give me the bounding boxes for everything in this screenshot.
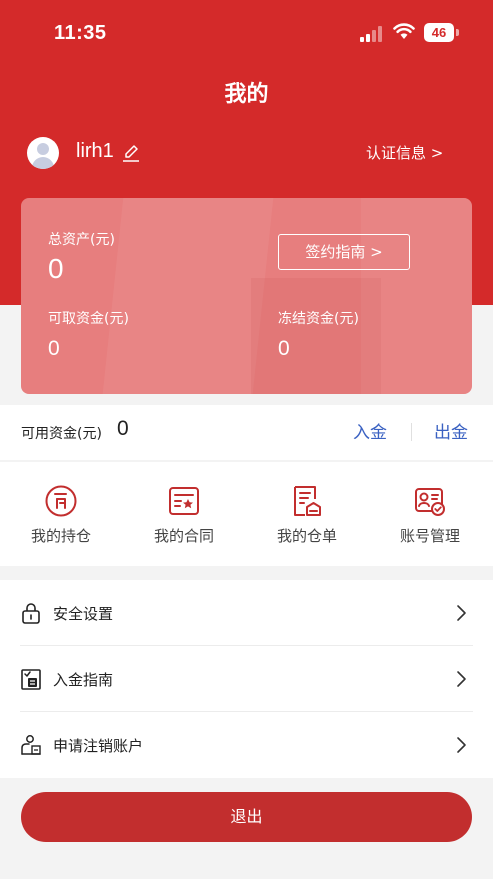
available-funds-value: 0 [117, 417, 129, 440]
page-title: 我的 [224, 82, 269, 107]
position-icon [45, 485, 77, 517]
quick-account-manage[interactable]: 账号管理 [380, 484, 480, 546]
cert-info-link[interactable]: 认证信息 > [366, 142, 443, 163]
battery-icon: 46 [424, 23, 454, 42]
quick-label: 账号管理 [399, 527, 460, 545]
battery-tip [456, 29, 459, 36]
quick-label: 我的仓单 [276, 527, 337, 545]
menu-label: 安全设置 [53, 605, 114, 623]
chevron-right-icon [457, 671, 466, 687]
menu-list: 安全设置 入金指南 申请注销账户 [0, 580, 493, 778]
quick-my-contracts[interactable]: 我的合同 [134, 484, 234, 546]
username: lirh1 [76, 140, 114, 162]
contract-icon [169, 487, 199, 515]
quick-actions: 我的持仓 我的合同 我的仓单 账号管理 [0, 462, 493, 566]
quick-my-positions[interactable]: 我的持仓 [11, 484, 111, 546]
withdraw-link[interactable]: 出金 [434, 418, 468, 443]
total-assets-value: 0 [48, 253, 64, 284]
edit-icon[interactable] [122, 143, 140, 163]
menu-label: 入金指南 [53, 671, 114, 689]
cancel-account-icon [21, 735, 41, 755]
withdrawable-value: 0 [48, 337, 60, 360]
menu-item-cancel-account[interactable]: 申请注销账户 [0, 712, 493, 778]
frozen-value: 0 [278, 337, 290, 360]
quick-label: 我的持仓 [30, 527, 91, 545]
withdrawable-label: 可取资金(元) [48, 311, 129, 327]
wifi-icon [393, 23, 415, 39]
sign-guide-button[interactable]: 签约指南 > [278, 234, 410, 270]
menu-item-security[interactable]: 安全设置 [0, 580, 493, 646]
chevron-right-icon [457, 737, 466, 753]
total-assets-label: 总资产(元) [48, 232, 115, 248]
deposit-link[interactable]: 入金 [353, 418, 387, 443]
quick-my-receipts[interactable]: 我的仓单 [257, 484, 357, 546]
lock-icon [22, 603, 40, 624]
status-bar: 11:35 46 [0, 0, 493, 66]
deposit-guide-icon [21, 669, 41, 690]
available-funds-label: 可用资金(元) [21, 426, 102, 442]
warehouse-receipt-icon [294, 486, 321, 516]
chevron-right-icon [457, 605, 466, 621]
account-manage-icon [415, 488, 445, 516]
avatar[interactable] [27, 137, 59, 169]
status-time: 11:35 [54, 22, 107, 44]
menu-item-deposit-guide[interactable]: 入金指南 [0, 646, 493, 712]
frozen-label: 冻结资金(元) [278, 311, 359, 327]
menu-label: 申请注销账户 [53, 737, 144, 755]
asset-card: 总资产(元) 0 签约指南 > 可取资金(元) 0 冻结资金(元) 0 [21, 198, 472, 394]
quick-label: 我的合同 [153, 527, 214, 545]
signal-icon [360, 26, 382, 42]
divider [411, 423, 412, 441]
logout-button[interactable]: 退出 [21, 792, 472, 842]
available-funds-row: 可用资金(元) 0 入金 出金 [0, 405, 493, 460]
